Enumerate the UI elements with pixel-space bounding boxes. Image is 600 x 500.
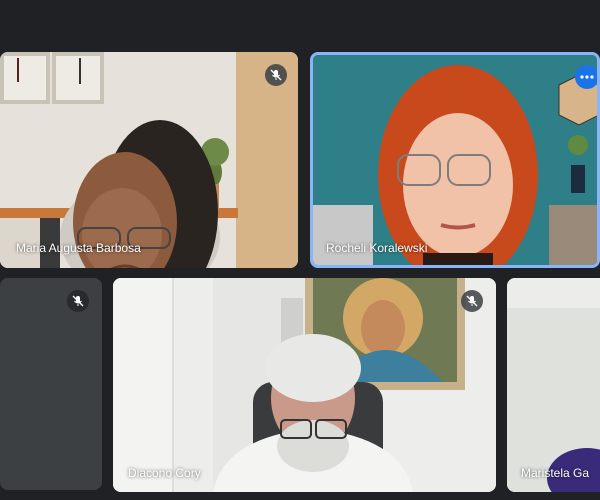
- participant-tile-maria[interactable]: Maria Augusta Barbosa: [0, 52, 298, 268]
- participant-name: Maristela Ga: [521, 466, 590, 480]
- more-options-button[interactable]: [575, 65, 597, 89]
- mic-off-icon: [466, 295, 478, 307]
- participant-name: Diacono Cory: [128, 466, 201, 480]
- video-feed-diacono: [113, 278, 496, 492]
- participant-tile-maristela[interactable]: Maristela Ga: [507, 278, 600, 492]
- video-feed-maristela: [507, 278, 600, 492]
- mic-off-button[interactable]: [461, 290, 483, 312]
- participant-name: Maria Augusta Barbosa: [16, 241, 141, 255]
- video-feed-maria: [0, 52, 298, 268]
- participant-tile-diacono[interactable]: Diacono Cory: [113, 278, 496, 492]
- video-feed-rocheli: [313, 55, 597, 265]
- participant-tile-camera-off[interactable]: [0, 278, 102, 490]
- mic-off-icon: [72, 295, 84, 307]
- participant-tile-rocheli[interactable]: Rocheli Koralewski: [310, 52, 600, 268]
- mic-off-button[interactable]: [67, 290, 89, 312]
- mic-off-icon: [270, 69, 282, 81]
- participant-name: Rocheli Koralewski: [326, 241, 428, 255]
- mic-off-button[interactable]: [265, 64, 287, 86]
- more-options-icon: [580, 75, 594, 79]
